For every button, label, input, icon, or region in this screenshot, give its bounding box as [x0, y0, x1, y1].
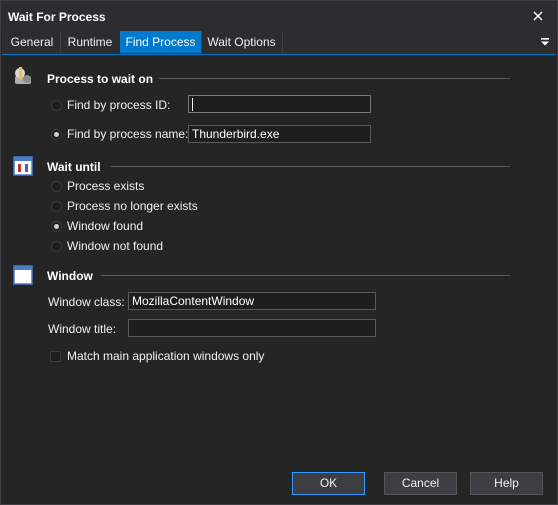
option-label: Window found	[67, 219, 144, 233]
radio-button[interactable]	[51, 180, 62, 192]
tab-find-process[interactable]: Find Process	[120, 31, 202, 53]
close-icon	[533, 11, 543, 21]
process-icon	[15, 67, 31, 84]
wait-option-window-found[interactable]: Window found	[51, 218, 143, 234]
help-button[interactable]: Help	[470, 472, 543, 495]
tab-general[interactable]: General	[4, 31, 61, 53]
section-divider	[101, 275, 510, 276]
wait-icon	[13, 156, 33, 176]
radio-button[interactable]	[51, 240, 62, 252]
window-title-label: Window title:	[48, 322, 117, 336]
section-divider	[159, 78, 510, 79]
tab-runtime[interactable]: Runtime	[60, 31, 121, 53]
window-class-label: Window class:	[48, 295, 125, 309]
cancel-button[interactable]: Cancel	[384, 472, 457, 495]
radio-button[interactable]	[51, 220, 62, 232]
match-main-label: Match main application windows only	[67, 349, 265, 363]
checkbox[interactable]	[50, 350, 61, 362]
title-bar: Wait For Process	[1, 1, 557, 31]
window-title-input[interactable]	[128, 319, 376, 337]
wait-option-process-no-longer-exists[interactable]: Process no longer exists	[51, 198, 198, 214]
section-title-process: Process to wait on	[47, 72, 154, 86]
wait-option-window-not-found[interactable]: Window not found	[51, 238, 163, 254]
wait-option-process-exists[interactable]: Process exists	[51, 178, 144, 194]
section-divider	[111, 166, 510, 167]
text-caret	[192, 98, 193, 112]
find-process-panel: Process to wait on Find by process ID: F…	[1, 55, 557, 455]
tab-wait-options[interactable]: Wait Options	[201, 31, 283, 53]
process-id-input[interactable]	[188, 95, 371, 113]
find-by-name-label: Find by process name:	[67, 127, 189, 141]
window-icon	[13, 265, 33, 285]
radio-button[interactable]	[51, 200, 62, 212]
match-main-window-checkbox[interactable]: Match main application windows only	[50, 349, 264, 363]
radio-button[interactable]	[51, 128, 62, 140]
process-name-input[interactable]: Thunderbird.exe	[188, 125, 371, 143]
tab-menu-icon[interactable]	[538, 35, 552, 49]
ok-button[interactable]: OK	[292, 472, 365, 495]
tab-bar: General Runtime Find Process Wait Option…	[2, 31, 556, 55]
find-by-id-radio[interactable]: Find by process ID:	[51, 97, 170, 113]
dialog-window: Wait For Process General Runtime Find Pr…	[0, 0, 558, 505]
close-button[interactable]	[527, 5, 549, 27]
option-label: Process no longer exists	[67, 199, 198, 213]
section-title-wait-until: Wait until	[47, 160, 101, 174]
radio-button[interactable]	[51, 99, 62, 111]
window-title: Wait For Process	[8, 10, 106, 24]
option-label: Process exists	[67, 179, 145, 193]
option-label: Window not found	[67, 239, 164, 253]
section-title-window: Window	[47, 269, 93, 283]
find-by-name-radio[interactable]: Find by process name:	[51, 126, 188, 142]
window-class-input[interactable]: MozillaContentWindow	[128, 292, 376, 310]
find-by-id-label: Find by process ID:	[67, 98, 171, 112]
